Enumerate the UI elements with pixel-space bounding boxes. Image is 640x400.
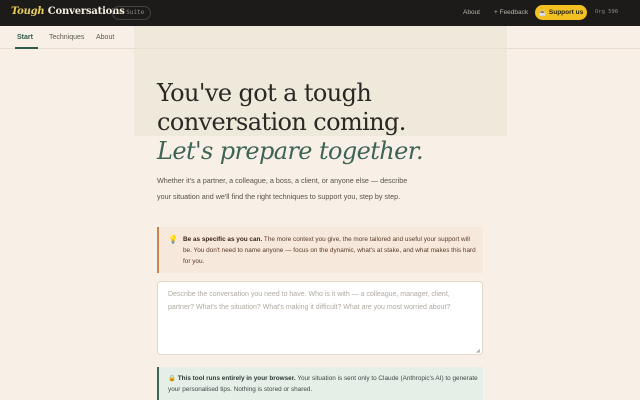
active-tab-indicator bbox=[15, 47, 38, 49]
org-link[interactable]: Org 596 bbox=[595, 9, 618, 15]
privacy-title: This tool runs entirely in your browser. bbox=[177, 375, 296, 382]
support-us-button[interactable]: ☕ Support us bbox=[535, 5, 587, 20]
tip-title: Be as specific as you can. bbox=[183, 236, 263, 243]
resize-handle-icon[interactable]: ◢ bbox=[476, 348, 480, 354]
hero-title-line-2: conversation coming. bbox=[157, 108, 406, 136]
suite-back-link[interactable]: ← Suite bbox=[112, 6, 152, 20]
top-bar: Tough Conversations ← Suite About + Feed… bbox=[0, 0, 640, 26]
hero-title-line-1: You've got a tough bbox=[157, 79, 372, 107]
hero-title-accent: Let's prepare together. bbox=[157, 137, 424, 165]
privacy-text: 🔒 This tool runs entirely in your browse… bbox=[168, 373, 480, 395]
coffee-icon: ☕ bbox=[538, 9, 547, 17]
lock-icon: 🔒 bbox=[168, 375, 176, 382]
intro-text: Whether it's a partner, a colleague, a b… bbox=[157, 176, 408, 201]
tab-about[interactable]: About bbox=[96, 34, 114, 41]
lightbulb-icon: 💡 bbox=[168, 235, 178, 244]
feedback-link[interactable]: + Feedback bbox=[494, 9, 528, 16]
tab-start[interactable]: Start bbox=[17, 34, 33, 41]
tip-callout: 💡 Be as specific as you can. The more co… bbox=[157, 227, 483, 273]
privacy-notice: 🔒 This tool runs entirely in your browse… bbox=[157, 367, 483, 400]
tip-text: Be as specific as you can. The more cont… bbox=[183, 234, 479, 267]
tab-techniques[interactable]: Techniques bbox=[49, 34, 84, 41]
about-link[interactable]: About bbox=[463, 9, 480, 16]
brand-italic: Tough bbox=[11, 6, 45, 17]
app-logo[interactable]: Tough Conversations bbox=[11, 6, 125, 17]
support-us-label: Support us bbox=[548, 9, 584, 16]
situation-input[interactable] bbox=[157, 281, 483, 355]
